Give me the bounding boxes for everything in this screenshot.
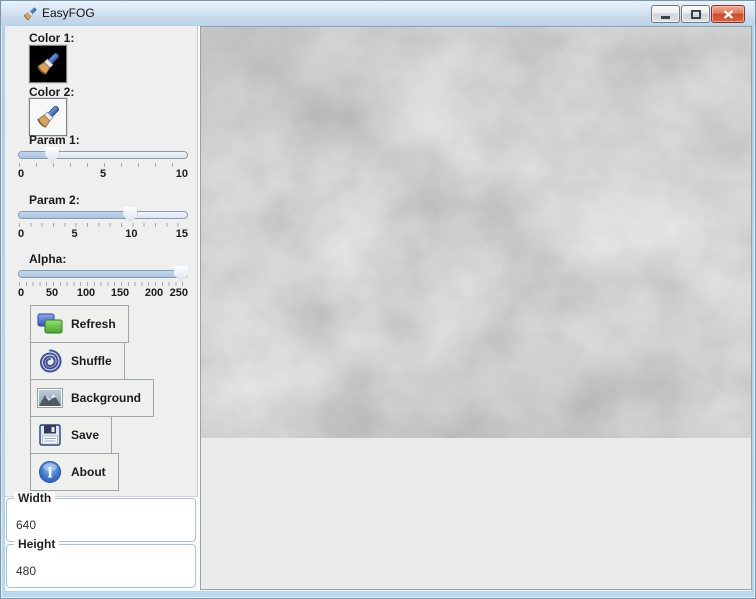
height-group-title: Height: [14, 538, 59, 551]
svg-text:i: i: [47, 466, 52, 482]
action-buttons: Refresh Shuffle: [30, 305, 154, 491]
width-input[interactable]: 640: [16, 518, 176, 532]
paintbrush-icon: [34, 103, 62, 131]
fog-preview-canvas: [201, 27, 751, 438]
save-button-label: Save: [71, 428, 99, 442]
fog-shading-overlay: [201, 27, 751, 438]
shuffle-button-label: Shuffle: [71, 354, 112, 368]
about-info-icon: i: [36, 458, 64, 486]
shuffle-spiral-icon: [36, 347, 64, 375]
param2-slider-ticks: [19, 223, 187, 227]
param1-tick-labels: 0 5 10: [18, 168, 188, 181]
width-group-title: Width: [14, 492, 55, 505]
color1-label: Color 1:: [29, 31, 74, 45]
controls-sidebar: Color 1: Color 2: Param 1: 0 5 10: [5, 26, 198, 497]
param1-slider-track[interactable]: [18, 151, 188, 159]
alpha-slider-ticks: [19, 282, 187, 286]
alpha-tick-labels: 0 50 100 150 200 250: [18, 287, 188, 300]
background-button[interactable]: Background: [30, 379, 154, 417]
height-input[interactable]: 480: [16, 564, 176, 578]
width-group: Width 640: [6, 498, 196, 542]
easyfog-window: EasyFOG Color 1: Color 2:: [0, 0, 756, 599]
maximize-icon: [691, 10, 701, 19]
alpha-slider-track[interactable]: [18, 270, 188, 278]
about-button[interactable]: i About: [30, 453, 119, 491]
param1-label: Param 1:: [29, 133, 80, 147]
paintbrush-icon: [34, 50, 62, 78]
minimize-button[interactable]: [651, 5, 680, 23]
background-image-icon: [36, 384, 64, 412]
height-group: Height 480: [6, 544, 196, 588]
color2-label: Color 2:: [29, 85, 74, 99]
window-content: Color 1: Color 2: Param 1: 0 5 10: [5, 26, 752, 591]
param2-slider-track[interactable]: [18, 211, 188, 219]
refresh-button[interactable]: Refresh: [30, 305, 129, 343]
app-paintbrush-icon: [22, 6, 38, 22]
param2-slider-thumb[interactable]: [123, 207, 137, 223]
color2-button[interactable]: [29, 98, 67, 136]
alpha-label: Alpha:: [29, 252, 66, 266]
refresh-button-label: Refresh: [71, 317, 116, 331]
param1-slider-ticks: [19, 163, 187, 167]
close-icon: [723, 10, 734, 19]
titlebar[interactable]: EasyFOG: [1, 1, 755, 26]
param1-slider-thumb[interactable]: [45, 147, 59, 163]
about-button-label: About: [71, 465, 106, 479]
refresh-icon: [36, 310, 64, 338]
close-button[interactable]: [711, 5, 745, 23]
shuffle-button[interactable]: Shuffle: [30, 342, 125, 380]
save-floppy-icon: [36, 421, 64, 449]
alpha-slider-thumb[interactable]: [174, 266, 188, 282]
maximize-button[interactable]: [681, 5, 710, 23]
color1-button[interactable]: [29, 45, 67, 83]
window-controls: [651, 5, 745, 23]
param2-slider[interactable]: 0 5 10 15: [18, 207, 188, 241]
background-button-label: Background: [71, 391, 141, 405]
minimize-icon: [661, 16, 670, 19]
window-title: EasyFOG: [42, 6, 95, 20]
param2-tick-labels: 0 5 10 15: [18, 228, 188, 241]
param2-label: Param 2:: [29, 193, 80, 207]
save-button[interactable]: Save: [30, 416, 112, 454]
alpha-slider[interactable]: 0 50 100 150 200 250: [18, 266, 188, 300]
param1-slider[interactable]: 0 5 10: [18, 147, 188, 181]
canvas-scrollpane: [200, 26, 752, 590]
